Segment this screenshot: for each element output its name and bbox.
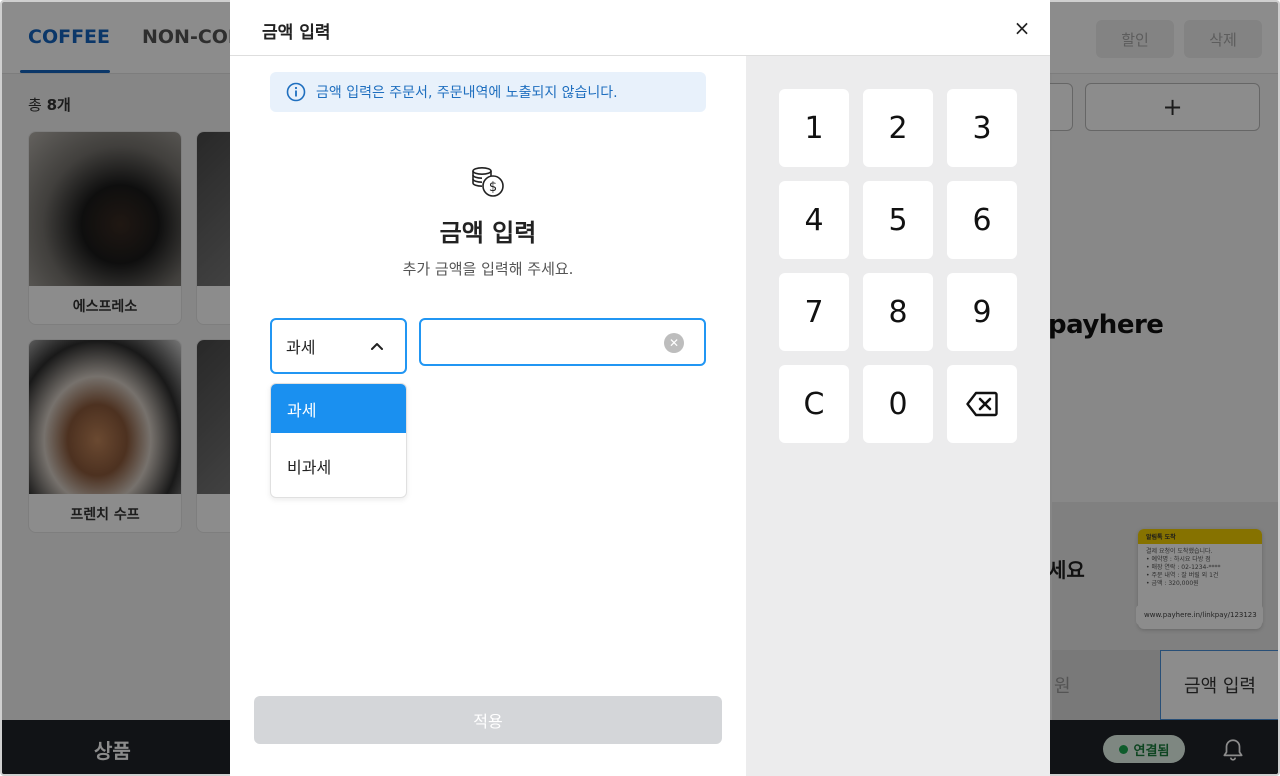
tax-type-select[interactable]: 과세 (270, 318, 407, 374)
modal-heading: 금액 입력 (439, 219, 537, 247)
modal-header: 금액 입력 × (230, 0, 1050, 56)
key-9[interactable]: 9 (947, 273, 1017, 351)
key-clear[interactable]: C (779, 365, 849, 443)
key-0[interactable]: 0 (863, 365, 933, 443)
key-4[interactable]: 4 (779, 181, 849, 259)
backspace-icon (966, 391, 998, 417)
modal-title: 금액 입력 (262, 23, 331, 43)
info-text: 금액 입력은 주문서, 주문내역에 노출되지 않습니다. (316, 85, 618, 101)
key-2[interactable]: 2 (863, 89, 933, 167)
tax-type-dropdown: 과세 비과세 (270, 383, 407, 498)
close-icon[interactable]: × (1010, 16, 1034, 40)
key-backspace[interactable] (947, 365, 1017, 443)
amount-field[interactable]: ✕ (419, 318, 706, 366)
key-5[interactable]: 5 (863, 181, 933, 259)
modal-subheading: 추가 금액을 입력해 주세요. (402, 260, 574, 278)
svg-text:$: $ (489, 180, 497, 195)
tax-option-tax-free[interactable]: 비과세 (271, 441, 406, 490)
key-7[interactable]: 7 (779, 273, 849, 351)
info-banner: 금액 입력은 주문서, 주문내역에 노출되지 않습니다. (270, 72, 706, 112)
coins-icon: $ (472, 166, 504, 197)
key-6[interactable]: 6 (947, 181, 1017, 259)
numeric-keypad: 1 2 3 4 5 6 7 8 9 C 0 (746, 56, 1050, 776)
clear-input-icon[interactable]: ✕ (664, 333, 684, 353)
info-icon (286, 82, 306, 102)
apply-button[interactable]: 적용 (254, 696, 722, 744)
tax-type-value: 과세 (286, 338, 316, 357)
tax-option-taxable[interactable]: 과세 (271, 384, 406, 433)
amount-entry-modal: 금액 입력 × 금액 입력은 주문서, 주문내역에 노출되지 않습니다. $ 금… (230, 0, 1050, 776)
amount-input[interactable] (433, 328, 653, 356)
chevron-up-icon (371, 343, 383, 350)
key-3[interactable]: 3 (947, 89, 1017, 167)
key-8[interactable]: 8 (863, 273, 933, 351)
key-1[interactable]: 1 (779, 89, 849, 167)
